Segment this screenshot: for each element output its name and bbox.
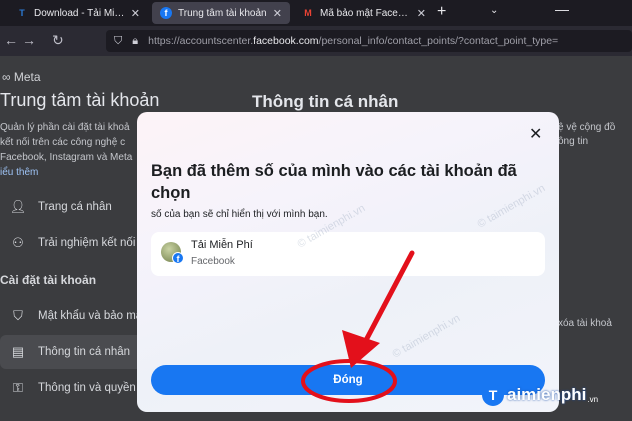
section-title: Thông tin cá nhân [252, 92, 399, 111]
page-description: Quản lý phần cài đặt tài khoả kết nối tr… [0, 120, 140, 180]
watermark-logo-suffix: .vn [587, 394, 599, 404]
sidebar-item-label: Trải nghiệm kết nối [38, 237, 136, 249]
watermark-logo: T aimienphi .vn [482, 384, 598, 406]
browser-tab-bar: T Download - Tải Miễn Phí VN ✕ f Trung t… [0, 0, 632, 26]
description-line: Facebook, Instagram và Meta [0, 152, 133, 163]
shield-icon[interactable]: ⛉ [114, 35, 122, 48]
shield-icon: ⛉ [13, 308, 23, 323]
account-name: Tải Miễn Phí [191, 239, 253, 251]
selected-account-card: f Tải Miễn Phí Facebook [151, 232, 545, 276]
browser-nav-bar: ← → ↻ ⛉ 🔒︎ https://accountscenter.facebo… [0, 26, 632, 56]
tab-label: Download - Tải Miễn Phí VN [34, 7, 125, 19]
tai-mien-phi-favicon-icon: T [19, 8, 25, 18]
reload-icon[interactable]: ↻ [52, 32, 64, 49]
sidebar-item-label: Trang cá nhân [38, 201, 112, 213]
connected-experiences-icon: ⚇ [12, 235, 24, 250]
minimize-icon[interactable]: — [555, 1, 569, 17]
gmail-favicon-icon: M [304, 8, 312, 18]
forward-icon[interactable]: → [22, 32, 36, 48]
privacy-icon: ⚿ [13, 380, 23, 395]
description-line: Quản lý phần cài đặt tài khoả [0, 122, 130, 133]
url-path: /personal_info/contact_points/?contact_p… [318, 35, 559, 47]
url-bar[interactable]: ⛉ 🔒︎ https://accountscenter.facebook.com… [106, 30, 632, 52]
dialog-title: Bạn đã thêm số của mình vào các tài khoả… [151, 162, 517, 202]
tab-gmail[interactable]: M Mã bảo mật Facebook của ✕ [294, 2, 434, 24]
meta-logo: ∞ Meta [2, 70, 41, 84]
url-prefix: https://accountscenter. [148, 35, 254, 47]
tab-list-chevron-icon[interactable]: ⌄ [490, 5, 498, 16]
description-line: kết nối trên các công nghệ c [0, 137, 126, 148]
close-icon[interactable]: ✕ [529, 124, 542, 144]
tab-download[interactable]: T Download - Tải Miễn Phí VN ✕ [8, 2, 148, 24]
sidebar-item-personal-info[interactable]: ▤ Thông tin cá nhân [0, 335, 160, 369]
tab-close-icon[interactable]: ✕ [273, 7, 282, 20]
background-text-fragment: xóa tài khoả [558, 318, 612, 329]
account-platform: Facebook [191, 256, 235, 267]
sidebar-item-password-security[interactable]: ⛉ Mật khẩu và bảo mật [0, 299, 160, 333]
learn-more-link[interactable]: iểu thêm [0, 165, 140, 180]
tab-accounts-center[interactable]: f Trung tâm tài khoản ✕ [152, 2, 290, 24]
facebook-badge-icon: f [172, 252, 184, 264]
page-title: Trung tâm tài khoản [0, 90, 160, 110]
facebook-favicon-icon: f [160, 7, 172, 19]
back-icon[interactable]: ← [4, 32, 18, 48]
confirmation-dialog: ✕ Bạn đã thêm số của mình vào các tài kh… [137, 112, 559, 412]
dialog-subtitle: số của bạn sẽ chỉ hiển thị với mình bạn. [151, 209, 328, 220]
url-text: https://accountscenter.facebook.com/pers… [148, 35, 558, 47]
watermark-logo-name: aimienphi [507, 385, 587, 404]
tab-label: Trung tâm tài khoản [178, 7, 267, 19]
sidebar-item-label: Thông tin cá nhân [38, 346, 131, 358]
tab-close-icon[interactable]: ✕ [417, 7, 426, 20]
background-text-fragment: ông tin [558, 136, 589, 147]
url-domain: facebook.com [253, 35, 319, 47]
id-card-icon: ▤ [11, 344, 25, 359]
background-text-fragment: ệ vệ cộng đồ [558, 122, 616, 133]
sidebar-item-privacy[interactable]: ⚿ Thông tin và quyền [0, 371, 160, 405]
new-tab-icon[interactable]: + [437, 3, 446, 21]
lock-icon[interactable]: 🔒︎ [132, 35, 138, 48]
screenshot-root: T Download - Tải Miễn Phí VN ✕ f Trung t… [0, 0, 632, 421]
tab-label: Mã bảo mật Facebook của [320, 7, 411, 19]
sidebar-item-label: Thông tin và quyền [38, 382, 136, 394]
tab-close-icon[interactable]: ✕ [131, 7, 140, 20]
sidebar-item-label: Mật khẩu và bảo mật [38, 310, 146, 322]
settings-section-header: Cài đặt tài khoản [0, 273, 97, 287]
watermark-logo-letter: T [482, 384, 504, 406]
sidebar-item-profile[interactable]: 👤︎ Trang cá nhân [0, 190, 160, 224]
sidebar-item-connected-experiences[interactable]: ⚇ Trải nghiệm kết nối [0, 226, 160, 260]
profile-icon: 👤︎ [9, 199, 27, 214]
